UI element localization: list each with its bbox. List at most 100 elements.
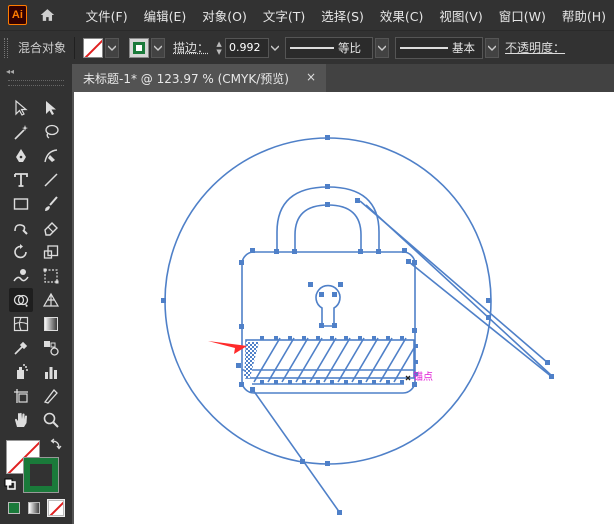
column-graph-tool[interactable] bbox=[39, 360, 63, 384]
default-colors-icon[interactable] bbox=[4, 478, 16, 490]
selection-tool[interactable] bbox=[9, 96, 33, 120]
blend-spine-1b[interactable] bbox=[365, 204, 553, 377]
direct-selection-icon bbox=[46, 101, 56, 115]
perspective-grid-tool[interactable] bbox=[39, 288, 63, 312]
perspective-grid-icon bbox=[42, 292, 60, 307]
mesh-tool[interactable] bbox=[9, 312, 33, 336]
hand-tool[interactable] bbox=[9, 408, 33, 432]
menu-window[interactable]: 窗口(W) bbox=[491, 6, 554, 25]
close-icon[interactable]: × bbox=[304, 70, 318, 84]
magic-wand-tool[interactable] bbox=[9, 120, 33, 144]
lock-body[interactable] bbox=[241, 251, 416, 394]
gradient-mode-button[interactable] bbox=[28, 502, 40, 514]
none-mode-button[interactable] bbox=[47, 499, 65, 517]
opacity-label[interactable]: 不透明度： bbox=[505, 39, 565, 56]
pen-tool[interactable] bbox=[9, 144, 33, 168]
brush-dropdown[interactable] bbox=[485, 37, 500, 58]
anchor-hint-label: 锚点 bbox=[413, 371, 433, 383]
magic-wand-icon bbox=[14, 125, 28, 140]
profile-dropdown[interactable] bbox=[375, 37, 390, 58]
brush-definition[interactable]: 基本 bbox=[395, 36, 484, 59]
eyedropper-tool[interactable] bbox=[9, 336, 33, 360]
stroke-color-swatch[interactable] bbox=[129, 37, 150, 58]
brush-label: 基本 bbox=[452, 40, 476, 55]
document-tab-bar: 未标题-1* @ 123.97 % (CMYK/预览) × bbox=[74, 64, 614, 92]
swap-arrows-icon[interactable] bbox=[50, 438, 62, 450]
selected-paths bbox=[164, 137, 553, 514]
menu-type[interactable]: 文字(T) bbox=[255, 6, 313, 25]
tools-panel: ◂◂ bbox=[0, 64, 72, 524]
line-tool[interactable] bbox=[39, 168, 63, 192]
color-mode-button[interactable] bbox=[8, 502, 20, 514]
chevron-down-icon bbox=[488, 45, 497, 51]
chevron-down-icon bbox=[108, 45, 117, 51]
eraser-icon bbox=[44, 222, 58, 236]
blend-tool[interactable] bbox=[39, 336, 63, 360]
gradient-tool[interactable] bbox=[39, 312, 63, 336]
panel-grip[interactable] bbox=[4, 37, 8, 58]
slice-icon bbox=[43, 389, 58, 404]
menu-bar: Ai 文件(F) 编辑(E) 对象(O) 文字(T) 选择(S) 效果(C) 视… bbox=[0, 0, 614, 30]
app-logo[interactable]: Ai bbox=[8, 5, 27, 25]
stroke-dropdown[interactable] bbox=[151, 37, 166, 58]
control-bar: 混合对象 描边： ▲ ▼ 0.992 等比 基本 不透明度： bbox=[0, 30, 614, 64]
symbol-sprayer-icon bbox=[17, 364, 28, 379]
rectangle-icon bbox=[13, 198, 29, 210]
collapse-toolbar-icon[interactable]: ◂◂ bbox=[0, 64, 72, 78]
shape-builder-icon bbox=[13, 294, 29, 307]
toolbar-grip[interactable] bbox=[8, 80, 64, 86]
direct-selection-tool[interactable] bbox=[39, 96, 63, 120]
line-icon bbox=[44, 173, 58, 187]
shaper-tool[interactable] bbox=[9, 216, 33, 240]
menu-help[interactable]: 帮助(H) bbox=[554, 6, 614, 25]
menu-edit[interactable]: 编辑(E) bbox=[136, 6, 195, 25]
free-transform-tool[interactable] bbox=[39, 264, 63, 288]
type-tool[interactable] bbox=[9, 168, 33, 192]
slice-tool[interactable] bbox=[39, 384, 63, 408]
pen-icon bbox=[16, 149, 26, 162]
lasso-tool[interactable] bbox=[39, 120, 63, 144]
chevron-down-icon bbox=[154, 45, 163, 51]
gradient-icon bbox=[44, 317, 58, 331]
variable-width-profile[interactable]: 等比 bbox=[285, 36, 374, 59]
menu-view[interactable]: 视图(V) bbox=[431, 6, 490, 25]
menu-object[interactable]: 对象(O) bbox=[194, 6, 255, 25]
zoom-tool[interactable] bbox=[39, 408, 63, 432]
paintbrush-tool[interactable] bbox=[39, 192, 63, 216]
none-slash-icon bbox=[84, 39, 103, 57]
stroke-weight-spinner[interactable]: ▲ ▼ bbox=[213, 38, 225, 58]
chevron-down-icon bbox=[271, 45, 280, 51]
artboard-tool[interactable] bbox=[9, 384, 33, 408]
shape-builder-tool[interactable] bbox=[9, 288, 33, 312]
stroke-swatch[interactable] bbox=[23, 457, 59, 493]
document-tab[interactable]: 未标题-1* @ 123.97 % (CMYK/预览) × bbox=[74, 64, 326, 92]
eraser-tool[interactable] bbox=[39, 216, 63, 240]
artboard-canvas[interactable]: 锚点 bbox=[74, 92, 614, 524]
column-graph-icon bbox=[45, 367, 57, 379]
rectangle-tool[interactable] bbox=[9, 192, 33, 216]
menu-select[interactable]: 选择(S) bbox=[313, 6, 372, 25]
blend-start-shape[interactable] bbox=[244, 342, 259, 378]
fill-dropdown[interactable] bbox=[105, 37, 120, 58]
menu-file[interactable]: 文件(F) bbox=[78, 6, 136, 25]
stroke-weight-input[interactable]: 0.992 bbox=[225, 37, 270, 58]
menu-effect[interactable]: 效果(C) bbox=[372, 6, 431, 25]
hatch-lines bbox=[253, 337, 415, 383]
symbol-sprayer-tool[interactable] bbox=[9, 360, 33, 384]
shackle-inner[interactable] bbox=[294, 204, 362, 252]
object-type-label: 混合对象 bbox=[18, 41, 67, 55]
free-transform-icon bbox=[43, 268, 59, 284]
stroke-label[interactable]: 描边： bbox=[173, 39, 209, 56]
shackle-outer[interactable] bbox=[276, 186, 380, 252]
fill-color-swatch[interactable] bbox=[83, 37, 104, 58]
document-tab-title: 未标题-1* @ 123.97 % (CMYK/预览) bbox=[83, 71, 289, 86]
rotate-tool[interactable] bbox=[9, 240, 33, 264]
scale-tool[interactable] bbox=[39, 240, 63, 264]
chevron-down-icon bbox=[378, 45, 387, 51]
keyhole[interactable] bbox=[315, 284, 341, 327]
home-icon[interactable] bbox=[39, 5, 56, 25]
curvature-tool[interactable] bbox=[39, 144, 63, 168]
stroke-weight-dropdown[interactable] bbox=[271, 38, 280, 58]
brush-line bbox=[400, 46, 449, 49]
warp-tool[interactable] bbox=[9, 264, 33, 288]
